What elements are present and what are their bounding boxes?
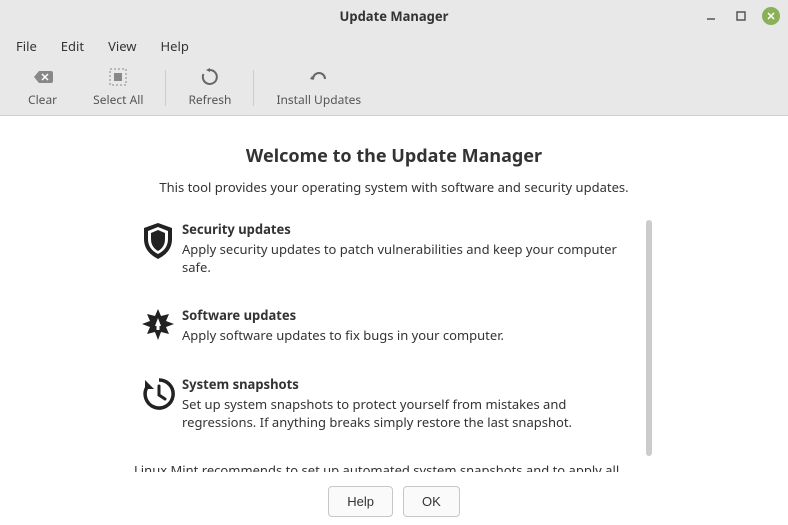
gear-star-icon [134,306,182,344]
install-updates-button[interactable]: Install Updates [258,63,379,113]
shield-icon [134,220,182,276]
toolbar-separator [253,70,254,106]
titlebar: Update Manager [0,0,788,32]
scrollbar[interactable] [646,220,652,456]
refresh-icon [201,67,219,87]
select-all-label: Select All [93,91,143,108]
history-icon [134,375,182,431]
menu-edit[interactable]: Edit [51,33,94,59]
clear-icon [33,67,53,87]
close-button[interactable] [762,7,780,25]
feature-snapshots: System snapshots Set up system snapshots… [134,375,642,431]
window-title: Update Manager [340,7,449,25]
content-area: Welcome to the Update Manager This tool … [0,116,788,525]
recommend-text: Linux Mint recommends to set up automate… [134,461,642,472]
install-label: Install Updates [276,91,361,108]
feature-security: Security updates Apply security updates … [134,220,642,276]
welcome-title: Welcome to the Update Manager [246,144,542,168]
feature-software-desc: Apply software updates to fix bugs in yo… [182,326,642,344]
clear-label: Clear [28,91,57,108]
feature-software: Software updates Apply software updates … [134,306,642,344]
help-button[interactable]: Help [328,486,393,517]
feature-snapshots-title: System snapshots [182,375,642,393]
refresh-label: Refresh [188,91,231,108]
clear-button[interactable]: Clear [10,63,75,113]
feature-software-title: Software updates [182,306,642,324]
ok-button[interactable]: OK [403,486,460,517]
maximize-button[interactable] [732,7,750,25]
menu-file[interactable]: File [6,33,47,59]
toolbar-separator [165,70,166,106]
feature-snapshots-desc: Set up system snapshots to protect yours… [182,395,642,431]
install-icon [310,67,328,87]
menu-help[interactable]: Help [151,33,199,59]
menu-view[interactable]: View [98,33,146,59]
select-all-icon [109,67,127,87]
toolbar: Clear Select All Refresh Install Updates [0,60,788,116]
feature-security-title: Security updates [182,220,642,238]
feature-security-desc: Apply security updates to patch vulnerab… [182,240,642,276]
menubar: File Edit View Help [0,32,788,60]
button-bar: Help OK [328,472,460,525]
minimize-button[interactable] [702,7,720,25]
feature-list: Security updates Apply security updates … [134,220,654,472]
select-all-button[interactable]: Select All [75,63,161,113]
refresh-button[interactable]: Refresh [170,63,249,113]
welcome-subtitle: This tool provides your operating system… [159,178,628,196]
